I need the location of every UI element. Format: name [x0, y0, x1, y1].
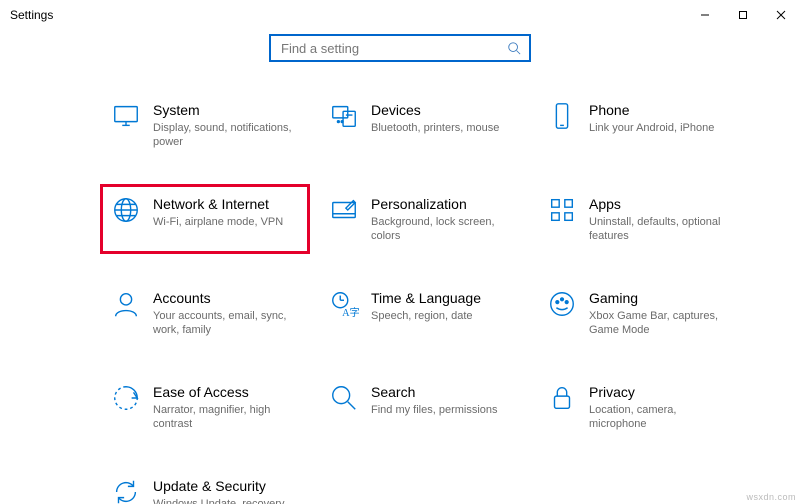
watermark: wsxdn.com [746, 492, 796, 502]
tile-gaming[interactable]: Gaming Xbox Game Bar, captures, Game Mode [536, 278, 746, 348]
tile-desc: Background, lock screen, colors [371, 215, 517, 243]
minimize-button[interactable] [686, 0, 724, 30]
tile-personalization[interactable]: Personalization Background, lock screen, … [318, 184, 528, 254]
close-button[interactable] [762, 0, 800, 30]
search-box[interactable] [269, 34, 531, 62]
tile-text: Accounts Your accounts, email, sync, work… [153, 289, 299, 337]
tile-text: Phone Link your Android, iPhone [589, 101, 714, 135]
time-icon [327, 287, 361, 321]
tile-text: Personalization Background, lock screen, … [371, 195, 517, 243]
tile-accounts[interactable]: Accounts Your accounts, email, sync, work… [100, 278, 310, 348]
network-icon [109, 193, 143, 227]
tile-update[interactable]: Update & Security Windows Update, recover… [100, 466, 310, 504]
tile-title: Update & Security [153, 477, 299, 495]
window-controls [686, 0, 800, 30]
accounts-icon [109, 287, 143, 321]
tile-privacy[interactable]: Privacy Location, camera, microphone [536, 372, 746, 442]
tile-text: Network & Internet Wi-Fi, airplane mode, … [153, 195, 283, 229]
tile-text: Search Find my files, permissions [371, 383, 498, 417]
tile-search[interactable]: Search Find my files, permissions [318, 372, 528, 442]
phone-icon [545, 99, 579, 133]
tile-text: Privacy Location, camera, microphone [589, 383, 735, 431]
tile-desc: Location, camera, microphone [589, 403, 735, 431]
personalization-icon [327, 193, 361, 227]
tile-desc: Display, sound, notifications, power [153, 121, 299, 149]
tile-text: Time & Language Speech, region, date [371, 289, 481, 323]
settings-grid: System Display, sound, notifications, pow… [0, 72, 800, 504]
tile-title: Devices [371, 101, 499, 119]
tile-text: System Display, sound, notifications, pow… [153, 101, 299, 149]
update-icon [109, 475, 143, 504]
tile-title: Ease of Access [153, 383, 299, 401]
tile-title: Time & Language [371, 289, 481, 307]
tile-devices[interactable]: Devices Bluetooth, printers, mouse [318, 90, 528, 160]
tile-title: Privacy [589, 383, 735, 401]
tile-title: Accounts [153, 289, 299, 307]
tile-text: Gaming Xbox Game Bar, captures, Game Mode [589, 289, 735, 337]
system-icon [109, 99, 143, 133]
tile-desc: Windows Update, recovery, backup [153, 497, 299, 504]
tile-phone[interactable]: Phone Link your Android, iPhone [536, 90, 746, 160]
ease-icon [109, 381, 143, 415]
tile-text: Devices Bluetooth, printers, mouse [371, 101, 499, 135]
tile-time[interactable]: Time & Language Speech, region, date [318, 278, 528, 348]
search-icon [327, 381, 361, 415]
tile-title: Network & Internet [153, 195, 283, 213]
search-input[interactable] [279, 40, 507, 57]
privacy-icon [545, 381, 579, 415]
window-title: Settings [10, 8, 53, 22]
gaming-icon [545, 287, 579, 321]
tile-desc: Uninstall, defaults, optional features [589, 215, 735, 243]
tile-text: Ease of Access Narrator, magnifier, high … [153, 383, 299, 431]
tile-desc: Find my files, permissions [371, 403, 498, 417]
tile-desc: Narrator, magnifier, high contrast [153, 403, 299, 431]
tile-title: Phone [589, 101, 714, 119]
tile-apps[interactable]: Apps Uninstall, defaults, optional featur… [536, 184, 746, 254]
tile-desc: Wi-Fi, airplane mode, VPN [153, 215, 283, 229]
tile-title: System [153, 101, 299, 119]
search-icon [507, 41, 521, 55]
tile-text: Update & Security Windows Update, recover… [153, 477, 299, 504]
tile-desc: Bluetooth, printers, mouse [371, 121, 499, 135]
maximize-button[interactable] [724, 0, 762, 30]
tile-title: Apps [589, 195, 735, 213]
devices-icon [327, 99, 361, 133]
tile-network[interactable]: Network & Internet Wi-Fi, airplane mode, … [100, 184, 310, 254]
tile-title: Personalization [371, 195, 517, 213]
search-container [0, 30, 800, 72]
tile-desc: Your accounts, email, sync, work, family [153, 309, 299, 337]
tile-desc: Link your Android, iPhone [589, 121, 714, 135]
titlebar: Settings [0, 0, 800, 30]
tile-system[interactable]: System Display, sound, notifications, pow… [100, 90, 310, 160]
tile-text: Apps Uninstall, defaults, optional featur… [589, 195, 735, 243]
tile-title: Search [371, 383, 498, 401]
tile-title: Gaming [589, 289, 735, 307]
apps-icon [545, 193, 579, 227]
tile-ease[interactable]: Ease of Access Narrator, magnifier, high … [100, 372, 310, 442]
tile-desc: Speech, region, date [371, 309, 481, 323]
tile-desc: Xbox Game Bar, captures, Game Mode [589, 309, 735, 337]
